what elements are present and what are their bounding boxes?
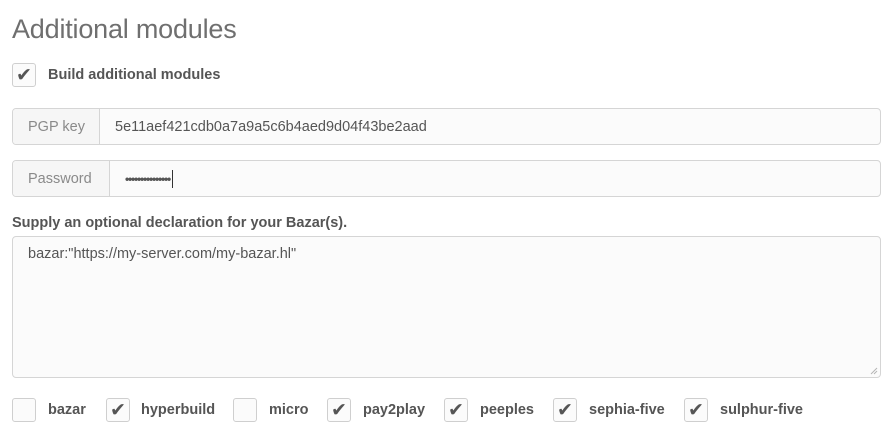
module-checkbox-pay2play[interactable]: ✔ — [327, 398, 351, 422]
module-checkbox-sulphur-five[interactable]: ✔ — [684, 398, 708, 422]
module-checkbox-peeples[interactable]: ✔ — [444, 398, 468, 422]
module-label-sulphur-five: sulphur-five — [720, 402, 803, 418]
build-modules-label: Build additional modules — [48, 67, 221, 83]
pgp-key-input[interactable]: 5e11aef421cdb0a7a9a5c6b4aed9d04f43be2aad — [100, 109, 880, 144]
build-modules-checkbox[interactable]: ✔ — [12, 63, 36, 87]
pgp-key-label: PGP key — [13, 109, 100, 144]
module-label-sephia-five: sephia-five — [589, 402, 665, 418]
module-label-pay2play: pay2play — [363, 402, 426, 418]
module-label-hyperbuild: hyperbuild — [141, 402, 216, 418]
section-title: Additional modules — [12, 14, 237, 44]
module-label-bazar: bazar — [48, 402, 86, 418]
declaration-text: bazar:"https://my-server.com/my-bazar.hl… — [28, 246, 297, 262]
checkmark-icon: ✔ — [557, 399, 573, 421]
declaration-label: Supply an optional declaration for your … — [12, 215, 348, 231]
module-label-micro: micro — [269, 402, 309, 418]
password-masked-value: ••••••••••••••• — [125, 171, 171, 186]
additional-modules-panel: Additional modules ✔ Build additional mo… — [0, 0, 889, 432]
declaration-textarea[interactable]: bazar:"https://my-server.com/my-bazar.hl… — [12, 236, 881, 378]
password-input[interactable]: ••••••••••••••• — [110, 161, 880, 196]
checkmark-icon: ✔ — [331, 399, 347, 421]
password-label: Password — [13, 161, 110, 196]
password-group: Password ••••••••••••••• — [12, 160, 881, 197]
module-checkbox-sephia-five[interactable]: ✔ — [553, 398, 577, 422]
module-checkbox-bazar[interactable] — [12, 398, 36, 422]
checkmark-icon: ✔ — [448, 399, 464, 421]
checkmark-icon: ✔ — [16, 64, 32, 86]
checkmark-icon: ✔ — [110, 399, 126, 421]
module-checkbox-micro[interactable] — [233, 398, 257, 422]
pgp-key-group: PGP key 5e11aef421cdb0a7a9a5c6b4aed9d04f… — [12, 108, 881, 145]
resize-grip-icon[interactable] — [870, 367, 878, 375]
checkmark-icon: ✔ — [688, 399, 704, 421]
text-caret — [172, 169, 174, 188]
module-label-peeples: peeples — [480, 402, 534, 418]
module-checkbox-hyperbuild[interactable]: ✔ — [106, 398, 130, 422]
